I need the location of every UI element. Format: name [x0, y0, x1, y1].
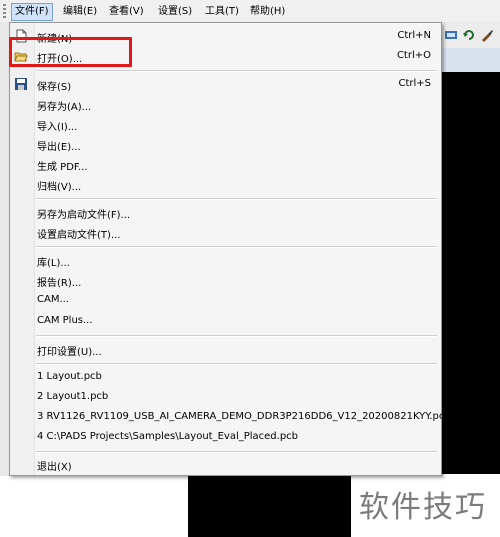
menu-item-label: 退出(X): [37, 462, 72, 473]
recent-file-4[interactable]: 4 C:\PADS Projects\Samples\Layout_Eval_P…: [10, 428, 441, 446]
toolbar-area: [440, 22, 500, 49]
watermark-text: 软件技巧: [359, 490, 487, 525]
menu-item-exit[interactable]: 退出(X): [10, 455, 441, 473]
menu-item-archive[interactable]: 归档(V)...: [10, 175, 441, 193]
menu-item-cam[interactable]: CAM...: [10, 291, 441, 309]
brush-icon[interactable]: [480, 28, 494, 42]
menu-edit[interactable]: 编辑(E): [60, 4, 100, 20]
menu-item-report[interactable]: 报告(R)...: [10, 271, 441, 289]
menu-item-label: 归档(V)...: [37, 182, 82, 193]
menu-separator: [36, 335, 437, 337]
menu-item-import[interactable]: 导入(I)...: [10, 115, 441, 133]
menu-item-save-as-startup[interactable]: 另存为启动文件(F)...: [10, 203, 441, 221]
menu-separator: [36, 246, 437, 248]
menu-item-shortcut: Ctrl+S: [398, 78, 431, 89]
project-panel: [0, 476, 189, 537]
menu-item-set-startup[interactable]: 设置启动文件(T)...: [10, 223, 441, 241]
menu-item-label: 打印设置(U)...: [37, 347, 102, 358]
highlight-box: [9, 37, 132, 67]
save-disk-icon: [15, 78, 27, 90]
menu-item-label: CAM...: [37, 294, 69, 305]
menu-item-shortcut: Ctrl+O: [396, 50, 431, 61]
menu-separator: [36, 363, 437, 365]
menu-file[interactable]: 文件(F): [11, 3, 53, 21]
menu-item-label: 另存为(A)...: [37, 102, 92, 113]
view-icon[interactable]: [444, 28, 458, 42]
toolbar-strip: [440, 48, 500, 73]
menu-tools[interactable]: 工具(T): [202, 4, 242, 20]
file-menu-dropdown: 新建(N) Ctrl+N 打开(O)... Ctrl+O 保存(S) Ctrl+…: [9, 22, 451, 476]
recent-file-2[interactable]: 2 Layout1.pcb: [10, 388, 441, 406]
watermark: 软件技巧: [351, 474, 500, 537]
menu-separator: [36, 198, 437, 200]
menu-item-label: 另存为启动文件(F)...: [37, 210, 131, 221]
menu-item-label: 导入(I)...: [37, 122, 78, 133]
menu-item-library[interactable]: 库(L)...: [10, 251, 441, 269]
toolbar-grip[interactable]: [3, 4, 6, 18]
menu-item-label: 库(L)...: [37, 258, 70, 269]
menu-item-save[interactable]: 保存(S) Ctrl+S: [10, 75, 441, 93]
design-canvas[interactable]: [440, 72, 500, 537]
menu-item-label: 生成 PDF...: [37, 162, 88, 173]
menu-item-label: 设置启动文件(T)...: [37, 230, 121, 241]
menu-item-cam-plus[interactable]: CAM Plus...: [10, 312, 441, 330]
menu-item-print-setup[interactable]: 打印设置(U)...: [10, 340, 441, 358]
menu-separator: [36, 451, 437, 453]
menu-item-save-as[interactable]: 另存为(A)...: [10, 95, 441, 113]
menu-item-label: CAM Plus...: [37, 315, 93, 326]
undo-icon[interactable]: [462, 28, 476, 42]
recent-file-1[interactable]: 1 Layout.pcb: [10, 368, 441, 386]
menu-item-label: 报告(R)...: [37, 278, 82, 289]
recent-file-3[interactable]: 3 RV1126_RV1109_USB_AI_CAMERA_DEMO_DDR3P…: [10, 408, 451, 426]
menu-item-shortcut: Ctrl+N: [397, 30, 431, 41]
menu-settings[interactable]: 设置(S): [155, 4, 195, 20]
menu-item-label: 导出(E)...: [37, 142, 81, 153]
recent-file-label: 1 Layout.pcb: [37, 371, 102, 382]
menu-bar: 文件(F) 编辑(E) 查看(V) 设置(S) 工具(T) 帮助(H): [0, 0, 500, 23]
menu-separator: [36, 70, 437, 72]
recent-file-label: 4 C:\PADS Projects\Samples\Layout_Eval_P…: [37, 431, 299, 442]
menu-view[interactable]: 查看(V): [106, 4, 147, 20]
recent-file-label: 2 Layout1.pcb: [37, 391, 109, 402]
menu-item-generate-pdf[interactable]: 生成 PDF...: [10, 155, 441, 173]
menu-help[interactable]: 帮助(H): [247, 4, 288, 20]
menu-item-label: 保存(S): [37, 82, 72, 93]
menu-item-export[interactable]: 导出(E)...: [10, 135, 441, 153]
recent-file-label: 3 RV1126_RV1109_USB_AI_CAMERA_DEMO_DDR3P…: [37, 411, 451, 422]
